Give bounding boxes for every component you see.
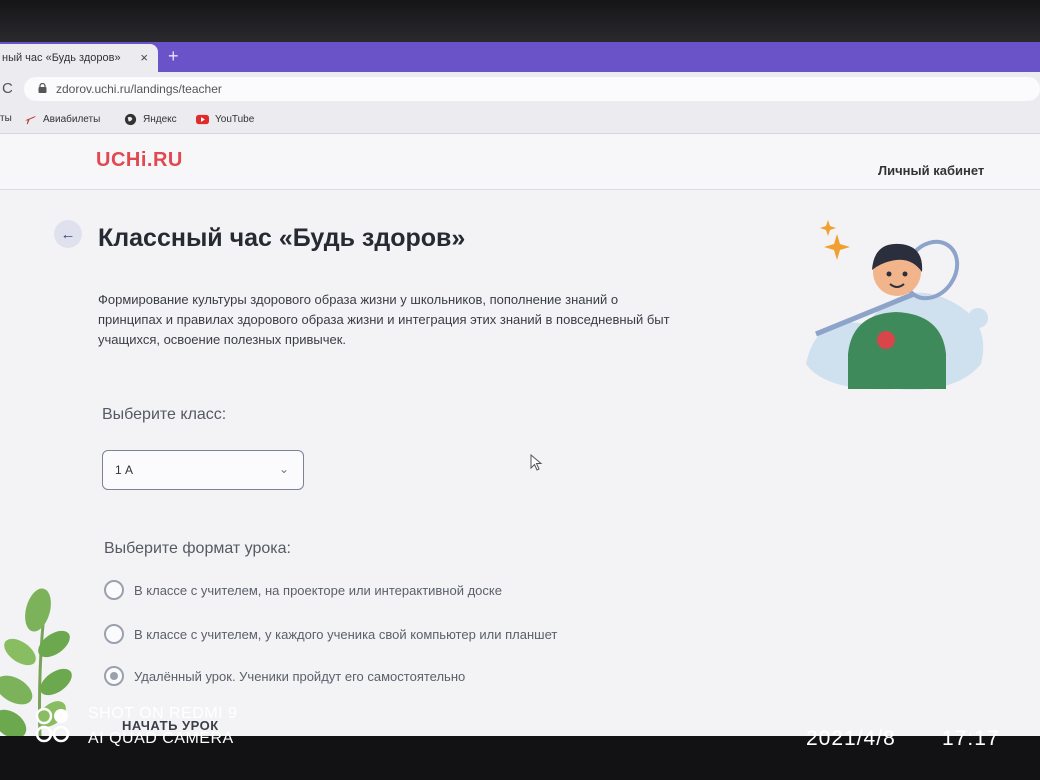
monitor-bezel-top: [0, 0, 1040, 42]
bookmark-aviabilety[interactable]: Авиабилеты: [24, 113, 100, 126]
watermark-camera: AI QUAD CAMERA: [88, 730, 234, 747]
chevron-down-icon: ⌄: [278, 462, 289, 476]
format-option-remote[interactable]: Удалённый урок. Ученики пройдут его само…: [104, 666, 465, 686]
format-option-computer[interactable]: В классе с учителем, у каждого ученика с…: [104, 624, 557, 644]
boy-with-racket-illustration: [806, 220, 988, 390]
tab-title: ный час «Будь здоров»: [2, 52, 121, 64]
bookmark-label: ты: [0, 113, 12, 124]
camera-logo-icon: [35, 707, 70, 743]
back-button[interactable]: ←: [54, 220, 82, 248]
reload-icon[interactable]: C: [2, 80, 13, 97]
plane-icon: [24, 115, 37, 125]
format-option-label: В классе с учителем, у каждого ученика с…: [134, 626, 558, 642]
globe-icon: [124, 113, 137, 126]
radio-button-selected[interactable]: [104, 666, 124, 686]
lock-icon: [38, 83, 47, 93]
watermark-shot-on: SHOT ON REDMI 9: [88, 705, 238, 722]
url-text: zdorov.uchi.ru/landings/teacher: [56, 82, 222, 96]
radio-button[interactable]: [104, 580, 124, 600]
arrow-left-icon: ←: [60, 225, 76, 243]
browser-tab[interactable]: ный час «Будь здоров» ×: [0, 44, 158, 72]
bookmark-label: Яндекс: [143, 114, 177, 125]
class-select[interactable]: 1 А ⌄: [102, 450, 304, 490]
bookmark-item[interactable]: ты: [0, 113, 12, 124]
new-tab-button[interactable]: +: [168, 46, 179, 67]
radio-button[interactable]: [104, 624, 124, 644]
site-logo[interactable]: UCHi.RU: [96, 149, 183, 172]
bookmark-youtube[interactable]: YouTube: [196, 113, 254, 126]
class-select-value: 1 А: [115, 463, 134, 477]
address-bar[interactable]: zdorov.uchi.ru/landings/teacher: [24, 77, 1040, 101]
watermark-time: 17:17: [942, 727, 1000, 750]
format-option-label: В классе с учителем, на проекторе или ин…: [134, 582, 502, 598]
site-header: UCHi.RU Личный кабинет: [0, 134, 1040, 190]
web-page: UCHi.RU Личный кабинет ← Классный час «Б…: [0, 134, 1040, 736]
format-option-projector[interactable]: В классе с учителем, на проекторе или ин…: [104, 580, 502, 600]
bookmark-label: Авиабилеты: [43, 114, 101, 125]
browser-toolbar: C zdorov.uchi.ru/landings/teacher: [0, 72, 1040, 106]
lesson-description: Формирование культуры здорового образа ж…: [98, 292, 670, 347]
youtube-icon: [196, 114, 209, 125]
browser-tab-strip: ный час «Будь здоров» × +: [0, 42, 1040, 72]
page-title: Классный час «Будь здоров»: [98, 224, 466, 252]
class-select-label: Выберите класс:: [102, 406, 227, 423]
bookmark-yandex[interactable]: Яндекс: [124, 113, 177, 126]
format-label: Выберите формат урока:: [104, 540, 291, 557]
mouse-pointer-icon: [530, 454, 543, 471]
close-icon[interactable]: ×: [140, 50, 148, 65]
bookmark-label: YouTube: [215, 114, 255, 125]
watermark-date: 2021/4/8: [806, 727, 896, 750]
personal-account-link[interactable]: Личный кабинет: [878, 163, 984, 178]
format-option-label: Удалённый урок. Ученики пройдут его само…: [134, 668, 466, 684]
bookmarks-bar: ты Авиабилеты Яндекс YouTube: [0, 106, 1040, 134]
